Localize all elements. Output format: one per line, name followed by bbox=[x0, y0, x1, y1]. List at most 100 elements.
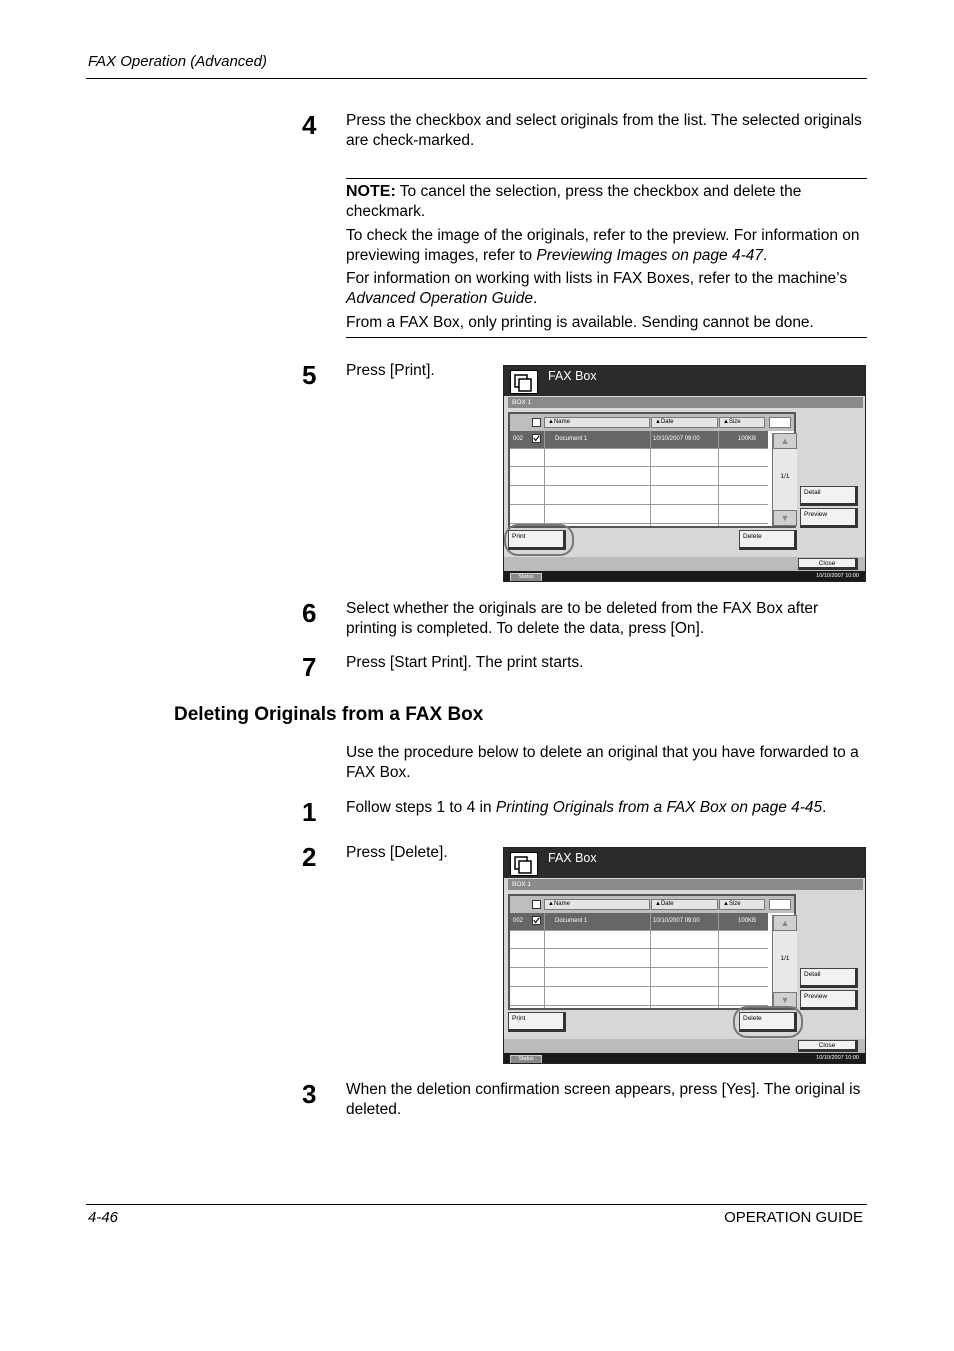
print-button[interactable]: Print bbox=[508, 1012, 566, 1032]
table-row[interactable]: 002 Document 1 10/10/2007 09:00 100KB bbox=[510, 913, 768, 931]
close-button[interactable]: Close bbox=[798, 1040, 858, 1052]
list-header: ▲Name ▲Date ▲Size bbox=[510, 896, 794, 913]
status-bar: Status 10/10/2007 10:00 bbox=[504, 1053, 865, 1063]
table-row[interactable] bbox=[510, 969, 768, 987]
status-button[interactable]: Status bbox=[510, 573, 542, 581]
step-number: 2 bbox=[302, 842, 317, 872]
preview-button[interactable]: Preview bbox=[800, 990, 858, 1010]
column-date[interactable]: ▲Date bbox=[651, 899, 718, 910]
step-number: 4 bbox=[302, 110, 317, 140]
clock: 10/10/2007 10:00 bbox=[816, 573, 859, 579]
fax-box-icon bbox=[510, 852, 538, 876]
detail-button[interactable]: Detail bbox=[800, 486, 858, 506]
note-text: For information on working with lists in… bbox=[346, 270, 848, 287]
row-size: 100KB bbox=[738, 436, 757, 442]
delete-button[interactable]: Delete bbox=[739, 530, 797, 550]
view-toggle-icon[interactable] bbox=[769, 899, 791, 910]
section-intro: Use the procedure below to delete an ori… bbox=[346, 744, 859, 781]
row-date: 10/10/2007 09:00 bbox=[653, 918, 700, 924]
highlight-oval bbox=[733, 1006, 803, 1038]
view-toggle-icon[interactable] bbox=[769, 417, 791, 428]
select-all-checkbox[interactable] bbox=[532, 900, 541, 909]
column-divider bbox=[544, 431, 545, 526]
column-label: Size bbox=[728, 901, 741, 907]
table-row[interactable]: 002 Document 1 10/10/2007 09:00 100KB bbox=[510, 431, 768, 449]
row-checkbox[interactable] bbox=[532, 434, 541, 443]
header-rule bbox=[86, 78, 867, 79]
up-arrow-icon[interactable]: ▲ bbox=[773, 915, 797, 931]
up-arrow-icon[interactable]: ▲ bbox=[773, 433, 797, 449]
note-text: . bbox=[763, 246, 768, 264]
note-bottom-rule bbox=[346, 337, 867, 338]
note-top-rule bbox=[346, 178, 867, 179]
note-line-1: NOTE: To cancel the selection, press the… bbox=[346, 182, 868, 221]
row-size: 100KB bbox=[738, 918, 757, 924]
select-all-checkbox[interactable] bbox=[532, 418, 541, 427]
footer-rule bbox=[86, 1204, 867, 1205]
row-name: Document 1 bbox=[555, 918, 588, 924]
guide-name: OPERATION GUIDE bbox=[724, 1209, 863, 1226]
screen-title-bar: FAX Box bbox=[504, 848, 865, 878]
step-text: Press the checkbox and select originals … bbox=[346, 112, 862, 149]
column-date[interactable]: ▲Date bbox=[651, 417, 718, 428]
step-text-part: . bbox=[822, 799, 827, 816]
column-divider bbox=[650, 913, 651, 1008]
row-checkbox[interactable] bbox=[532, 916, 541, 925]
running-header: FAX Operation (Advanced) bbox=[88, 53, 267, 70]
screen-title: FAX Box bbox=[548, 369, 597, 383]
step-number: 6 bbox=[302, 598, 317, 628]
status-button[interactable]: Status bbox=[510, 1055, 542, 1063]
page-indicator: 1/1 bbox=[780, 955, 790, 962]
list-scrollbar[interactable]: ▲ 1/1 ▼ bbox=[772, 433, 797, 526]
down-arrow-icon[interactable]: ▼ bbox=[773, 510, 797, 526]
note-label: NOTE: bbox=[346, 183, 396, 200]
cross-reference: Previewing Images on page 4-47 bbox=[536, 246, 764, 264]
column-divider bbox=[544, 913, 545, 1008]
row-name: Document 1 bbox=[555, 436, 588, 442]
column-label: Date bbox=[660, 901, 674, 907]
table-row[interactable] bbox=[510, 468, 768, 486]
document-list: ▲Name ▲Date ▲Size 002 Document 1 10/10/2… bbox=[508, 412, 797, 528]
column-label: Size bbox=[728, 419, 741, 425]
highlight-oval bbox=[504, 524, 574, 556]
column-name[interactable]: ▲Name bbox=[544, 417, 650, 428]
column-label: Name bbox=[553, 901, 570, 907]
note-line-3: For information on working with lists in… bbox=[346, 269, 868, 308]
fax-box-screen-delete: FAX Box BOX 1 ▲Name ▲Date ▲Size 002 Docu… bbox=[503, 847, 866, 1064]
cross-reference: Printing Originals from a FAX Box on pag… bbox=[495, 799, 823, 816]
box-label: BOX 1 bbox=[508, 879, 863, 890]
document-list: ▲Name ▲Date ▲Size 002 Document 1 10/10/2… bbox=[508, 894, 797, 1010]
column-size[interactable]: ▲Size bbox=[719, 899, 765, 910]
table-row[interactable] bbox=[510, 487, 768, 505]
step-number: 3 bbox=[302, 1079, 317, 1109]
row-number: 002 bbox=[513, 436, 524, 442]
table-row[interactable] bbox=[510, 449, 768, 467]
table-row[interactable] bbox=[510, 931, 768, 949]
note-text: To cancel the selection, press the check… bbox=[346, 183, 802, 220]
fax-box-screen-print: FAX Box BOX 1 ▲Name ▲Date ▲Size 002 Docu… bbox=[503, 365, 866, 582]
table-row[interactable] bbox=[510, 506, 768, 524]
screen-title-bar: FAX Box bbox=[504, 366, 865, 396]
row-number: 002 bbox=[513, 918, 524, 924]
step-number: 7 bbox=[302, 652, 317, 682]
step-text: Press [Print]. bbox=[346, 362, 435, 379]
table-row[interactable] bbox=[510, 988, 768, 1006]
list-scrollbar[interactable]: ▲ 1/1 ▼ bbox=[772, 915, 797, 1008]
column-size[interactable]: ▲Size bbox=[719, 417, 765, 428]
close-button[interactable]: Close bbox=[798, 558, 858, 570]
note-line-2: To check the image of the originals, ref… bbox=[346, 226, 868, 265]
table-row[interactable] bbox=[510, 950, 768, 968]
status-bar: Status 10/10/2007 10:00 bbox=[504, 571, 865, 581]
step-text: Press [Delete]. bbox=[346, 844, 448, 861]
screen-title: FAX Box bbox=[548, 851, 597, 865]
preview-button[interactable]: Preview bbox=[800, 508, 858, 528]
column-divider bbox=[718, 913, 719, 1008]
step-text: Press [Start Print]. The print starts. bbox=[346, 654, 584, 671]
column-name[interactable]: ▲Name bbox=[544, 899, 650, 910]
note-text: . bbox=[532, 289, 538, 307]
page-indicator: 1/1 bbox=[780, 473, 790, 480]
cross-reference: Advanced Operation Guide bbox=[346, 289, 533, 307]
detail-button[interactable]: Detail bbox=[800, 968, 858, 988]
step-text: When the deletion confirmation screen ap… bbox=[346, 1081, 861, 1118]
column-divider bbox=[650, 431, 651, 526]
